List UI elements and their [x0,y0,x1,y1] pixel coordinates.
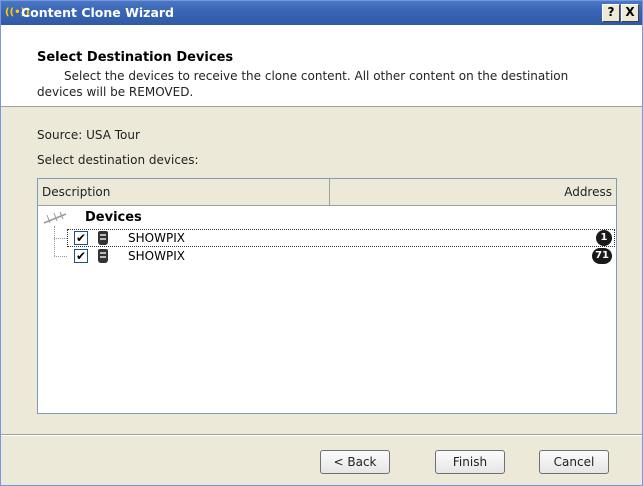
tree-connector [54,226,55,256]
device-address-badge: 1 [596,230,612,246]
tree-connector [54,238,67,239]
device-address-badge: 71 [592,248,612,264]
device-row[interactable]: ✔ SHOWPIX 1 [67,229,615,247]
device-name: SHOWPIX [128,231,185,245]
device-checkbox[interactable]: ✔ [74,249,88,263]
list-header: Description Address [38,179,616,206]
finish-button[interactable]: Finish [435,450,505,474]
network-tree-icon [42,211,68,225]
wizard-window: ((•)) Content Clone Wizard ? X Select De… [0,0,643,486]
source-label: Source: USA Tour [37,128,140,142]
back-button[interactable]: < Back [320,450,390,474]
tree-connector [54,256,67,257]
window-title: Content Clone Wizard [21,5,175,20]
help-button[interactable]: ? [602,4,620,22]
destination-devices-list[interactable]: Description Address Devices ✔ SHOWPIX 1 [37,178,617,414]
column-header-address[interactable]: Address [331,179,616,205]
device-row[interactable]: ✔ SHOWPIX 71 [68,248,614,264]
close-button[interactable]: X [621,4,639,22]
title-bar[interactable]: ((•)) Content Clone Wizard ? X [1,1,642,25]
wizard-header: Select Destination Devices Select the de… [1,25,642,107]
footer-divider [1,434,642,436]
device-icon [98,231,108,245]
device-checkbox[interactable]: ✔ [74,231,88,245]
broadcast-icon: ((•)) [5,7,30,18]
select-devices-label: Select destination devices: [37,153,199,167]
column-header-description[interactable]: Description [38,179,330,205]
page-description: Select the devices to receive the clone … [37,68,624,100]
description-line-1: Select the devices to receive the clone … [64,69,569,83]
device-icon [98,249,108,263]
cancel-button[interactable]: Cancel [539,450,609,474]
device-name: SHOWPIX [128,249,185,263]
description-line-2: devices will be REMOVED. [37,85,194,99]
tree-root-label: Devices [85,210,142,225]
page-title: Select Destination Devices [37,50,234,65]
